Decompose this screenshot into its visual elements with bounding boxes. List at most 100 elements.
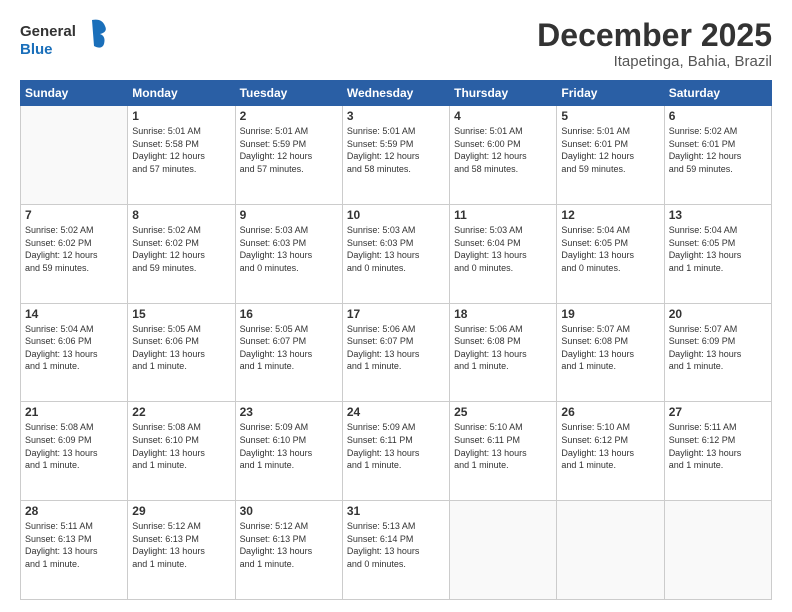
calendar-cell: 1 Sunrise: 5:01 AMSunset: 5:58 PMDaylight…: [128, 106, 235, 205]
svg-text:General: General: [20, 23, 76, 40]
day-number: 10: [347, 208, 445, 222]
location-subtitle: Itapetinga, Bahia, Brazil: [537, 53, 772, 70]
calendar-week-4: 21 Sunrise: 5:08 AMSunset: 6:09 PMDayligh…: [21, 402, 772, 501]
calendar-week-1: 1 Sunrise: 5:01 AMSunset: 5:58 PMDaylight…: [21, 106, 772, 205]
weekday-header-monday: Monday: [128, 81, 235, 106]
calendar-cell: 30 Sunrise: 5:12 AMSunset: 6:13 PMDayligh…: [235, 501, 342, 600]
calendar-cell: [450, 501, 557, 600]
calendar-cell: 28 Sunrise: 5:11 AMSunset: 6:13 PMDayligh…: [21, 501, 128, 600]
day-number: 21: [25, 405, 123, 419]
day-number: 31: [347, 504, 445, 518]
day-number: 15: [132, 307, 230, 321]
weekday-header-sunday: Sunday: [21, 81, 128, 106]
calendar-cell: [557, 501, 664, 600]
day-number: 6: [669, 109, 767, 123]
day-info: Sunrise: 5:03 AMSunset: 6:03 PMDaylight:…: [240, 224, 338, 274]
day-info: Sunrise: 5:05 AMSunset: 6:06 PMDaylight:…: [132, 323, 230, 373]
calendar-cell: 10 Sunrise: 5:03 AMSunset: 6:03 PMDayligh…: [342, 204, 449, 303]
day-number: 30: [240, 504, 338, 518]
day-number: 20: [669, 307, 767, 321]
day-number: 2: [240, 109, 338, 123]
day-number: 22: [132, 405, 230, 419]
day-number: 13: [669, 208, 767, 222]
month-title: December 2025: [537, 18, 772, 53]
day-info: Sunrise: 5:12 AMSunset: 6:13 PMDaylight:…: [240, 520, 338, 570]
day-number: 26: [561, 405, 659, 419]
day-info: Sunrise: 5:13 AMSunset: 6:14 PMDaylight:…: [347, 520, 445, 570]
day-info: Sunrise: 5:01 AMSunset: 6:01 PMDaylight:…: [561, 125, 659, 175]
calendar-cell: 25 Sunrise: 5:10 AMSunset: 6:11 PMDayligh…: [450, 402, 557, 501]
weekday-header-thursday: Thursday: [450, 81, 557, 106]
calendar-cell: 3 Sunrise: 5:01 AMSunset: 5:59 PMDaylight…: [342, 106, 449, 205]
calendar-cell: 5 Sunrise: 5:01 AMSunset: 6:01 PMDaylight…: [557, 106, 664, 205]
calendar-cell: 4 Sunrise: 5:01 AMSunset: 6:00 PMDaylight…: [450, 106, 557, 205]
weekday-header-row: SundayMondayTuesdayWednesdayThursdayFrid…: [21, 81, 772, 106]
calendar-cell: 14 Sunrise: 5:04 AMSunset: 6:06 PMDayligh…: [21, 303, 128, 402]
day-number: 24: [347, 405, 445, 419]
day-number: 25: [454, 405, 552, 419]
calendar-week-3: 14 Sunrise: 5:04 AMSunset: 6:06 PMDayligh…: [21, 303, 772, 402]
page: General Blue December 2025 Itapetinga, B…: [0, 0, 792, 612]
day-number: 8: [132, 208, 230, 222]
calendar-cell: 22Sunrise: 5:08 AMSunset: 6:10 PMDayligh…: [128, 402, 235, 501]
day-number: 19: [561, 307, 659, 321]
day-info: Sunrise: 5:03 AMSunset: 6:03 PMDaylight:…: [347, 224, 445, 274]
day-number: 16: [240, 307, 338, 321]
day-info: Sunrise: 5:03 AMSunset: 6:04 PMDaylight:…: [454, 224, 552, 274]
day-number: 3: [347, 109, 445, 123]
day-info: Sunrise: 5:01 AMSunset: 6:00 PMDaylight:…: [454, 125, 552, 175]
day-info: Sunrise: 5:07 AMSunset: 6:09 PMDaylight:…: [669, 323, 767, 373]
calendar-cell: 15 Sunrise: 5:05 AMSunset: 6:06 PMDayligh…: [128, 303, 235, 402]
day-number: 7: [25, 208, 123, 222]
day-info: Sunrise: 5:01 AMSunset: 5:59 PMDaylight:…: [240, 125, 338, 175]
weekday-header-saturday: Saturday: [664, 81, 771, 106]
calendar-cell: 17 Sunrise: 5:06 AMSunset: 6:07 PMDayligh…: [342, 303, 449, 402]
day-info: Sunrise: 5:10 AMSunset: 6:12 PMDaylight:…: [561, 421, 659, 471]
day-number: 1: [132, 109, 230, 123]
day-number: 14: [25, 307, 123, 321]
day-info: Sunrise: 5:04 AMSunset: 6:05 PMDaylight:…: [561, 224, 659, 274]
calendar-cell: 23Sunrise: 5:09 AMSunset: 6:10 PMDayligh…: [235, 402, 342, 501]
day-info: Sunrise: 5:07 AMSunset: 6:08 PMDaylight:…: [561, 323, 659, 373]
calendar-cell: 21 Sunrise: 5:08 AMSunset: 6:09 PMDayligh…: [21, 402, 128, 501]
calendar-week-5: 28 Sunrise: 5:11 AMSunset: 6:13 PMDayligh…: [21, 501, 772, 600]
day-number: 28: [25, 504, 123, 518]
day-info: Sunrise: 5:09 AMSunset: 6:10 PMDaylight:…: [240, 421, 338, 471]
day-number: 27: [669, 405, 767, 419]
calendar-cell: 27 Sunrise: 5:11 AMSunset: 6:12 PMDayligh…: [664, 402, 771, 501]
day-info: Sunrise: 5:12 AMSunset: 6:13 PMDaylight:…: [132, 520, 230, 570]
day-info: Sunrise: 5:02 AMSunset: 6:02 PMDaylight:…: [25, 224, 123, 274]
title-block: December 2025 Itapetinga, Bahia, Brazil: [537, 18, 772, 70]
calendar-week-2: 7 Sunrise: 5:02 AMSunset: 6:02 PMDaylight…: [21, 204, 772, 303]
calendar-cell: 26 Sunrise: 5:10 AMSunset: 6:12 PMDayligh…: [557, 402, 664, 501]
day-number: 17: [347, 307, 445, 321]
day-info: Sunrise: 5:11 AMSunset: 6:13 PMDaylight:…: [25, 520, 123, 570]
calendar-cell: 20 Sunrise: 5:07 AMSunset: 6:09 PMDayligh…: [664, 303, 771, 402]
day-info: Sunrise: 5:02 AMSunset: 6:02 PMDaylight:…: [132, 224, 230, 274]
day-number: 5: [561, 109, 659, 123]
weekday-header-friday: Friday: [557, 81, 664, 106]
calendar-table: SundayMondayTuesdayWednesdayThursdayFrid…: [20, 80, 772, 600]
day-info: Sunrise: 5:10 AMSunset: 6:11 PMDaylight:…: [454, 421, 552, 471]
day-info: Sunrise: 5:04 AMSunset: 6:05 PMDaylight:…: [669, 224, 767, 274]
day-number: 18: [454, 307, 552, 321]
day-info: Sunrise: 5:01 AMSunset: 5:59 PMDaylight:…: [347, 125, 445, 175]
calendar-cell: 11Sunrise: 5:03 AMSunset: 6:04 PMDayligh…: [450, 204, 557, 303]
calendar-cell: 12 Sunrise: 5:04 AMSunset: 6:05 PMDayligh…: [557, 204, 664, 303]
day-info: Sunrise: 5:11 AMSunset: 6:12 PMDaylight:…: [669, 421, 767, 471]
calendar-cell: 6Sunrise: 5:02 AMSunset: 6:01 PMDaylight…: [664, 106, 771, 205]
day-info: Sunrise: 5:08 AMSunset: 6:09 PMDaylight:…: [25, 421, 123, 471]
calendar-cell: [664, 501, 771, 600]
day-number: 12: [561, 208, 659, 222]
day-info: Sunrise: 5:04 AMSunset: 6:06 PMDaylight:…: [25, 323, 123, 373]
day-info: Sunrise: 5:06 AMSunset: 6:07 PMDaylight:…: [347, 323, 445, 373]
calendar-cell: 13 Sunrise: 5:04 AMSunset: 6:05 PMDayligh…: [664, 204, 771, 303]
calendar-cell: [21, 106, 128, 205]
day-info: Sunrise: 5:01 AMSunset: 5:58 PMDaylight:…: [132, 125, 230, 175]
svg-text:Blue: Blue: [20, 41, 53, 58]
calendar-cell: 19 Sunrise: 5:07 AMSunset: 6:08 PMDayligh…: [557, 303, 664, 402]
calendar-cell: 7 Sunrise: 5:02 AMSunset: 6:02 PMDaylight…: [21, 204, 128, 303]
day-number: 29: [132, 504, 230, 518]
calendar-cell: 31 Sunrise: 5:13 AMSunset: 6:14 PMDayligh…: [342, 501, 449, 600]
day-number: 4: [454, 109, 552, 123]
